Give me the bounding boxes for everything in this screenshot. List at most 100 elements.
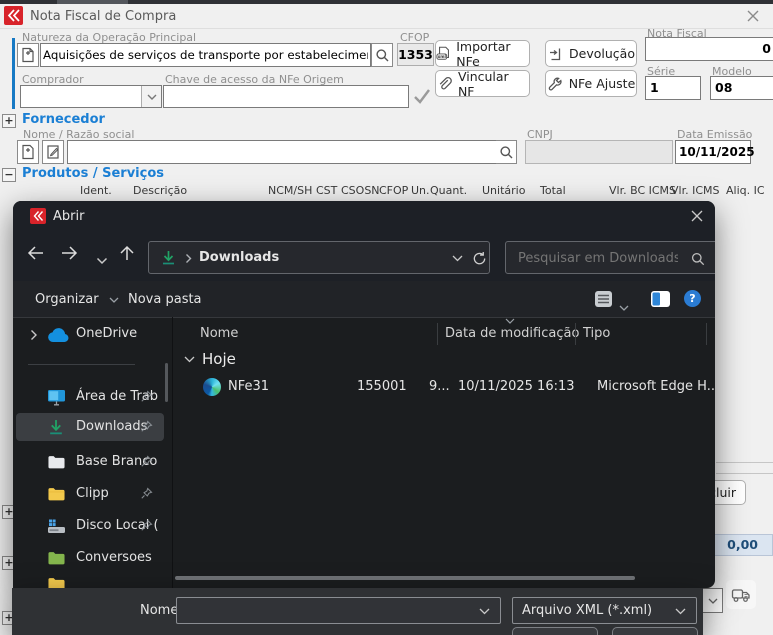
- column-header-nome[interactable]: Nome: [200, 326, 238, 341]
- comprador-dropdown-button[interactable]: [141, 86, 161, 107]
- pin-icon: [140, 455, 153, 468]
- horizontal-scrollbar[interactable]: [175, 576, 635, 580]
- nota-fiscal-field[interactable]: 0: [645, 37, 773, 61]
- column-separator[interactable]: [575, 323, 576, 345]
- vincular-nf-label: Vincular NF: [458, 69, 529, 99]
- open-button-partial[interactable]: [512, 627, 598, 635]
- file-modified: 10/11/2025 16:13: [458, 379, 575, 394]
- fornecedor-search-button[interactable]: [496, 140, 517, 164]
- sidebar-item-desktop[interactable]: Área de Trab: [13, 386, 168, 410]
- column-separator[interactable]: [706, 323, 707, 345]
- filetype-dropdown[interactable]: Arquivo XML (*.xml): [512, 597, 697, 624]
- forward-icon[interactable]: [59, 244, 79, 266]
- address-bar[interactable]: Downloads: [148, 241, 490, 274]
- modelo-field[interactable]: 08: [710, 76, 773, 100]
- chevron-down-icon[interactable]: [675, 608, 686, 615]
- vincular-nf-button[interactable]: Vincular NF: [435, 70, 530, 97]
- fornecedor-edit-button[interactable]: [42, 140, 64, 164]
- main-close-icon[interactable]: [744, 7, 762, 25]
- chevron-down-icon[interactable]: [479, 608, 490, 615]
- sidebar-item-partial[interactable]: [13, 573, 168, 588]
- sidebar-item-downloads[interactable]: Downloads: [13, 416, 168, 440]
- folder-green-icon: [47, 551, 66, 566]
- file-type: Microsoft Edge H...: [597, 379, 715, 394]
- return-arrow-icon: [547, 46, 563, 62]
- dialog-logo-icon: [30, 208, 46, 224]
- search-input[interactable]: [516, 247, 680, 270]
- col-vlr-bc-icms[interactable]: Vlr. BC ICMS: [609, 184, 676, 197]
- devolucao-button[interactable]: Devolução: [545, 40, 637, 67]
- col-vlr-icms[interactable]: Vlr. ICMS: [671, 184, 720, 197]
- produtos-section-title[interactable]: Produtos / Serviços: [22, 166, 164, 181]
- dialog-close-icon[interactable]: [689, 208, 705, 224]
- drive-icon: [47, 518, 66, 534]
- sidebar-item-disco-local[interactable]: Disco Local (: [13, 515, 168, 539]
- back-icon[interactable]: [26, 244, 46, 266]
- col-quant[interactable]: Quant.: [430, 184, 467, 197]
- produtos-toggle[interactable]: −: [2, 168, 16, 182]
- search-icon: [375, 48, 390, 63]
- natureza-new-button[interactable]: [17, 43, 39, 67]
- group-header-hoje[interactable]: Hoje: [173, 347, 715, 373]
- file-name: NFe31: [228, 379, 269, 394]
- help-button[interactable]: ?: [684, 290, 701, 307]
- col-cfop[interactable]: CFOP: [379, 184, 408, 197]
- file-row[interactable]: NFe31 155001 9... 10/11/2025 16:13 Micro…: [173, 375, 715, 399]
- chevron-down-icon[interactable]: [184, 356, 195, 363]
- view-mode-button[interactable]: [594, 290, 613, 312]
- nova-pasta-button[interactable]: Nova pasta: [128, 292, 202, 307]
- fornecedor-new-button[interactable]: [17, 140, 39, 164]
- screen: Nota Fiscal de Compra Natureza da Operaç…: [0, 0, 773, 635]
- list-view-icon: [594, 290, 613, 308]
- address-dropdown-chevron-icon[interactable]: [452, 255, 463, 262]
- col-aliq[interactable]: Aliq. IC: [726, 184, 765, 197]
- column-header-data[interactable]: Data de modificação: [445, 326, 579, 341]
- natureza-input[interactable]: [40, 43, 371, 67]
- importar-nfe-button[interactable]: xml Importar NFe: [435, 40, 530, 67]
- nfe-ajuste-button[interactable]: NFe Ajuste: [545, 70, 637, 97]
- dialog-footer: Nome: Arquivo XML (*.xml): [12, 588, 703, 635]
- column-separator[interactable]: [437, 323, 438, 345]
- chave-check-icon[interactable]: [411, 85, 433, 107]
- pin-icon: [140, 390, 153, 403]
- col-ident[interactable]: Ident.: [80, 184, 112, 197]
- recent-locations-chevron-icon[interactable]: [96, 250, 108, 269]
- view-mode-chevron-icon[interactable]: [619, 296, 629, 315]
- sidebar-item-onedrive[interactable]: OneDrive: [13, 323, 168, 347]
- natureza-search-button[interactable]: [371, 43, 393, 67]
- data-emissao-field[interactable]: 10/11/2025: [675, 140, 751, 164]
- produtos-table-header: Ident. Descrição NCM/SH CST CSOSN CFOP U…: [0, 184, 773, 201]
- col-un[interactable]: Un.: [411, 184, 430, 197]
- col-cst[interactable]: CST: [316, 184, 337, 197]
- comprador-dropdown[interactable]: [20, 85, 162, 108]
- partial-combobox[interactable]: [700, 588, 723, 613]
- breadcrumb-path[interactable]: Downloads: [199, 250, 279, 265]
- fornecedor-nome-input[interactable]: [67, 140, 497, 164]
- col-unitario[interactable]: Unitário: [482, 184, 525, 197]
- col-total[interactable]: Total: [540, 184, 566, 197]
- search-box[interactable]: [505, 241, 715, 274]
- filename-combobox[interactable]: [176, 597, 501, 624]
- refresh-icon[interactable]: [472, 251, 487, 266]
- sidebar-item-clipp[interactable]: Clipp: [13, 483, 168, 507]
- folder-white-icon: [47, 455, 66, 470]
- chave-input[interactable]: [163, 85, 409, 108]
- preview-pane-button[interactable]: [650, 290, 671, 312]
- organizar-button[interactable]: Organizar: [35, 292, 119, 307]
- pin-icon: [140, 420, 153, 433]
- frete-truck-button[interactable]: [726, 580, 756, 609]
- fornecedor-toggle[interactable]: +: [2, 114, 16, 128]
- up-icon[interactable]: [118, 244, 136, 266]
- col-csosn[interactable]: CSOSN: [341, 184, 380, 197]
- col-descricao[interactable]: Descrição: [133, 184, 187, 197]
- sidebar-item-base-branco[interactable]: Base Branco: [13, 451, 168, 475]
- column-header-tipo[interactable]: Tipo: [583, 326, 610, 341]
- filename-input[interactable]: [183, 601, 467, 622]
- chevron-right-icon[interactable]: [30, 329, 38, 341]
- serie-field[interactable]: 1: [645, 76, 701, 100]
- sidebar-item-conversoes[interactable]: Conversoes: [13, 547, 168, 571]
- cancel-button-partial[interactable]: [612, 627, 698, 635]
- sidebar-item-label: OneDrive: [76, 326, 137, 341]
- col-ncmsh[interactable]: NCM/SH: [268, 184, 312, 197]
- fornecedor-section-title[interactable]: Fornecedor: [22, 112, 105, 127]
